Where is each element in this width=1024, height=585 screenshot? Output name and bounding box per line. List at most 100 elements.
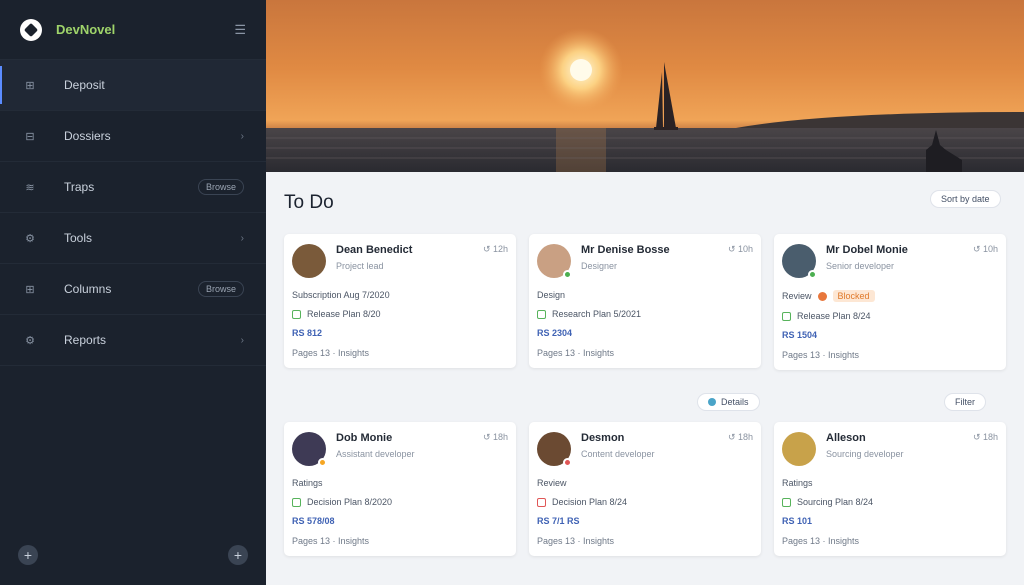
- sidebar-item-reports[interactable]: ⚙ Reports ›: [0, 315, 266, 366]
- filter-pill[interactable]: Filter: [944, 393, 986, 411]
- sort-pill[interactable]: Sort by date: [930, 190, 1001, 208]
- card-task-text: Decision Plan 8/24: [552, 497, 628, 507]
- card-footer: Pages 13 · Insights: [782, 350, 860, 360]
- sidebar-item-dossiers[interactable]: ⊟ Dossiers ›: [0, 111, 266, 162]
- card-task-text: Release Plan 8/24: [797, 311, 871, 321]
- checkbox-icon[interactable]: [292, 309, 301, 319]
- avatar[interactable]: [292, 244, 326, 278]
- card-code-text[interactable]: RS 1504: [782, 330, 817, 340]
- card-task-text: Release Plan 8/20: [307, 309, 381, 319]
- card-code-text[interactable]: RS 2304: [537, 328, 572, 338]
- status-dot-icon: [808, 270, 817, 279]
- checkbox-icon[interactable]: [292, 497, 301, 507]
- avatar[interactable]: [537, 244, 572, 279]
- card-line-text: Ratings: [782, 478, 813, 488]
- card-time: ↺ 10h: [972, 244, 998, 254]
- card-role: Project lead: [336, 261, 384, 271]
- task-card[interactable]: Dob Monie Assistant developer ↺ 18h Rati…: [284, 422, 516, 556]
- checkbox-icon[interactable]: [537, 309, 546, 319]
- add-right-button[interactable]: +: [228, 545, 248, 565]
- sidebar-item-label: Tools: [64, 231, 93, 245]
- chevron-right-icon: ›: [240, 334, 244, 346]
- card-task-text: Decision Plan 8/2020: [307, 497, 393, 507]
- card-code-text[interactable]: RS 812: [292, 328, 322, 338]
- sunset-sailboat-image: [266, 28, 1024, 172]
- card-time: ↺ 12h: [482, 244, 508, 254]
- details-pill-label: Details: [721, 397, 749, 407]
- card-header: Alleson Sourcing developer ↺ 18h: [782, 432, 998, 466]
- card-header: Dob Monie Assistant developer ↺ 18h: [292, 432, 508, 467]
- card-footer: Pages 13 · Insights: [292, 348, 370, 358]
- card-names: Dean Benedict Project lead: [336, 244, 412, 271]
- avatar[interactable]: [537, 432, 572, 467]
- card-line: Subscription Aug 7/2020: [292, 290, 508, 300]
- tag-icon: ≋: [25, 181, 35, 194]
- card-line: Review Blocked: [782, 290, 998, 302]
- checkbox-icon[interactable]: [782, 311, 791, 321]
- sidebar-item-columns[interactable]: ⊞ Columns Browse: [0, 264, 266, 315]
- report-icon: ⚙: [25, 334, 35, 347]
- card-code: RS 2304: [537, 328, 753, 338]
- hero-banner: [266, 0, 1024, 172]
- card-names: Desmon Content developer: [581, 432, 655, 459]
- details-pill[interactable]: Details: [697, 393, 760, 411]
- sidebar-nav: ⊞ Deposit ⊟ Dossiers › ≋ Traps Browse ⚙ Tools…: [0, 60, 266, 366]
- card-task: Research Plan 5/2021: [537, 309, 753, 319]
- sidebar-item-deposit[interactable]: ⊞ Deposit: [0, 60, 266, 111]
- main-content: To Do Sort by date Details Filter Dean B…: [266, 172, 1024, 585]
- task-card[interactable]: Mr Dobel Monie Senior developer ↺ 10h Re…: [774, 234, 1006, 370]
- sort-pill-label: Sort by date: [941, 194, 990, 204]
- card-name: Dob Monie: [336, 432, 393, 444]
- task-card[interactable]: Alleson Sourcing developer ↺ 18h Ratings…: [774, 422, 1006, 556]
- nav-badge[interactable]: Browse: [197, 179, 244, 195]
- checkbox-icon[interactable]: [537, 497, 546, 507]
- chevron-right-icon: ›: [240, 130, 244, 142]
- card-code-text[interactable]: RS 101: [782, 516, 812, 526]
- card-task: Decision Plan 8/2020: [292, 497, 508, 507]
- sidebar-item-label: Traps: [64, 180, 95, 194]
- sidebar: DevNovel ☰ ⊞ Deposit ⊟ Dossiers › ≋ Traps Br…: [0, 0, 266, 585]
- card-time: ↺ 18h: [727, 432, 753, 442]
- card-names: Alleson Sourcing developer: [826, 432, 904, 459]
- sidebar-item-tools[interactable]: ⚙ Tools ›: [0, 213, 266, 264]
- status-dot-icon: [563, 458, 572, 467]
- card-role: Senior developer: [826, 261, 895, 271]
- task-card[interactable]: Desmon Content developer ↺ 18h Review De…: [529, 422, 761, 556]
- card-task: Decision Plan 8/24: [537, 497, 753, 507]
- card-header: Desmon Content developer ↺ 18h: [537, 432, 753, 467]
- brand-bar: DevNovel ☰: [0, 0, 266, 60]
- chevron-right-icon: ›: [240, 232, 244, 244]
- card-line-text: Subscription Aug 7/2020: [292, 290, 390, 300]
- card-line: Ratings: [782, 478, 998, 488]
- sidebar-item-label: Columns: [64, 282, 112, 296]
- card-line: Design: [537, 290, 753, 300]
- sidebar-footer: + +: [18, 545, 248, 565]
- card-header: Dean Benedict Project lead ↺ 12h: [292, 244, 508, 278]
- card-name: Mr Dobel Monie: [826, 244, 908, 256]
- card-line-text: Review: [782, 291, 812, 301]
- card-code-text[interactable]: RS 578/08: [292, 516, 335, 526]
- page-title: To Do: [284, 192, 334, 213]
- task-card[interactable]: Mr Denise Bosse Designer ↺ 10h Design Re…: [529, 234, 761, 368]
- card-time: ↺ 18h: [972, 432, 998, 442]
- task-card[interactable]: Dean Benedict Project lead ↺ 12h Subscri…: [284, 234, 516, 368]
- grid-icon: ⊞: [25, 79, 35, 92]
- avatar[interactable]: [782, 244, 817, 279]
- brand-logo-icon[interactable]: [20, 18, 42, 41]
- card-name: Mr Denise Bosse: [581, 244, 670, 256]
- card-task: Release Plan 8/20: [292, 309, 508, 319]
- menu-toggle-icon[interactable]: ☰: [234, 22, 246, 38]
- card-footer: Pages 13 · Insights: [292, 536, 370, 546]
- card-name: Desmon: [581, 432, 625, 444]
- checkbox-icon[interactable]: [782, 497, 791, 507]
- add-left-button[interactable]: +: [18, 545, 38, 565]
- nav-badge[interactable]: Browse: [197, 281, 244, 297]
- avatar[interactable]: [782, 432, 816, 466]
- card-line: Ratings: [292, 478, 508, 488]
- sidebar-item-traps[interactable]: ≋ Traps Browse: [0, 162, 266, 213]
- status-dot-icon: [318, 458, 327, 467]
- avatar[interactable]: [292, 432, 327, 467]
- card-code-text[interactable]: RS 7/1 RS: [537, 516, 580, 526]
- card-line: Review: [537, 478, 753, 488]
- sidebar-item-label: Dossiers: [64, 129, 111, 143]
